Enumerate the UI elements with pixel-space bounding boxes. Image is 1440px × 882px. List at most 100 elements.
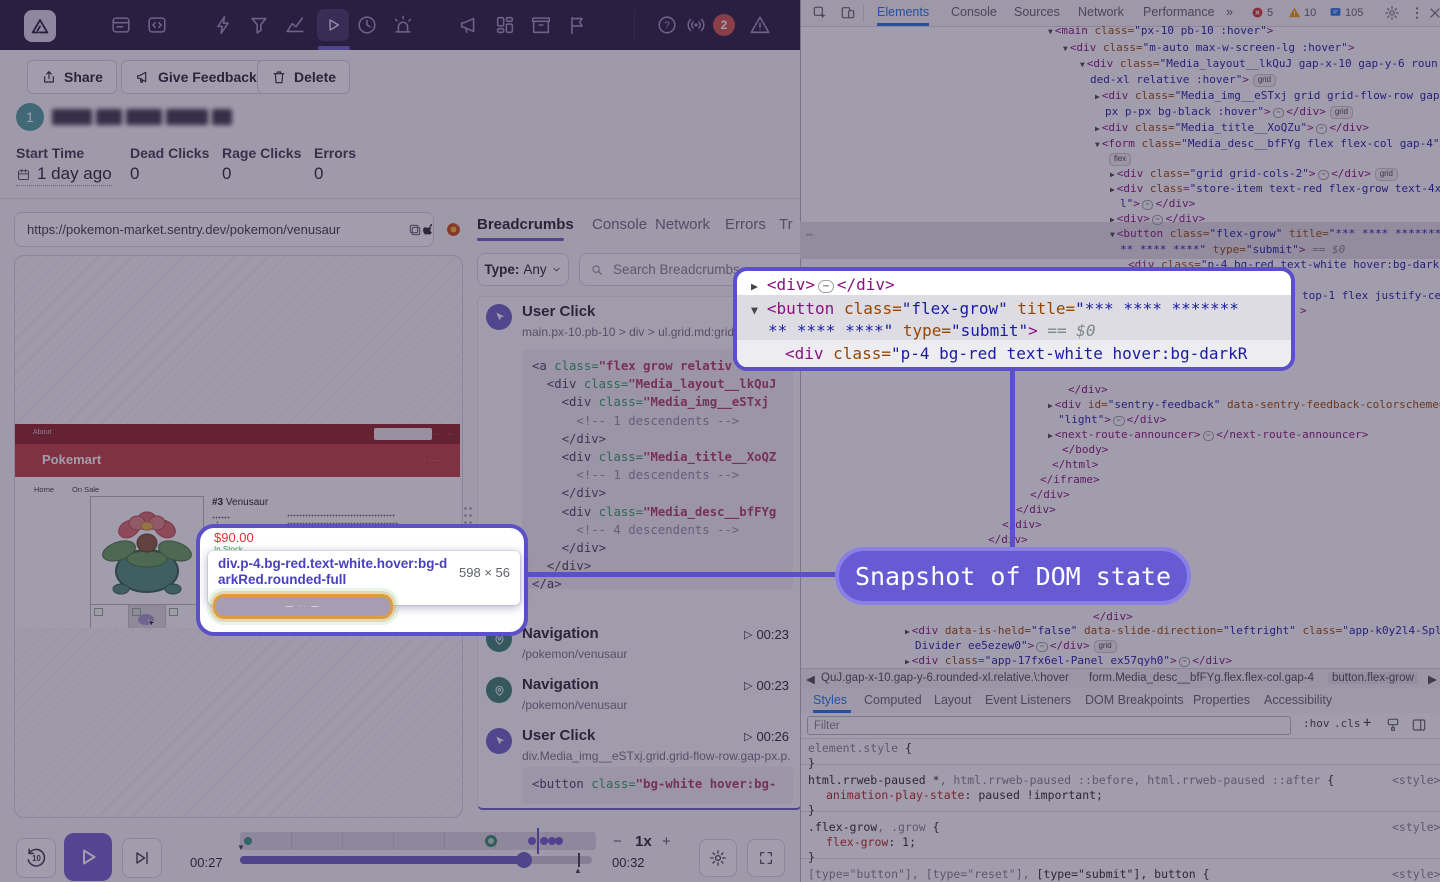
- site-header-dots: · ·····: [423, 458, 444, 464]
- total-time: 00:32: [612, 855, 645, 870]
- tab-accessibility[interactable]: Accessibility: [1264, 693, 1332, 707]
- replays-icon-active[interactable]: [317, 9, 349, 41]
- devtools-tab-console[interactable]: Console: [951, 5, 997, 19]
- crumb-title[interactable]: Navigation: [522, 676, 599, 693]
- crumb-title[interactable]: Navigation: [522, 625, 599, 642]
- tab-trace[interactable]: Tr: [779, 216, 793, 233]
- rewind-10-button[interactable]: 10: [16, 838, 56, 878]
- toggle-hover[interactable]: :hov: [1303, 717, 1330, 730]
- paint-flash-icon[interactable]: [1385, 717, 1401, 733]
- selected-dom-row-highlight[interactable]: [800, 222, 1440, 259]
- dom-crumb-1[interactable]: QuJ.gap-x-10.gap-y-6.rounded-xl.relative…: [821, 672, 1069, 684]
- tab-errors[interactable]: Errors: [725, 216, 766, 233]
- more-tabs-chevron[interactable]: »: [1226, 5, 1233, 19]
- tab-properties[interactable]: Properties: [1193, 693, 1250, 707]
- tab-styles[interactable]: Styles: [813, 693, 847, 707]
- message-count-badge[interactable]: 105: [1329, 6, 1363, 19]
- user-click-icon: [486, 728, 512, 754]
- speed-decrease-button[interactable]: −: [613, 833, 622, 850]
- tab-breadcrumbs[interactable]: Breadcrumbs: [477, 216, 574, 233]
- scrub-bar[interactable]: [240, 856, 592, 864]
- code-line: <!-- 4 descendents -->: [532, 521, 783, 539]
- event-dot-purple: [528, 837, 536, 845]
- projects-icon[interactable]: [146, 14, 168, 36]
- tab-console[interactable]: Console: [592, 216, 647, 233]
- crumb-time[interactable]: ▷00:23: [744, 678, 789, 693]
- performance-icon[interactable]: [212, 14, 234, 36]
- help-icon[interactable]: ?: [656, 14, 678, 36]
- crumb-time[interactable]: ▷00:26: [744, 729, 789, 744]
- tab-dom-breakpoints[interactable]: DOM Breakpoints: [1085, 693, 1184, 707]
- fullscreen-button[interactable]: [747, 839, 785, 877]
- give-feedback-button[interactable]: Give Feedback: [121, 60, 271, 94]
- connector-line-horizontal: [517, 572, 839, 577]
- sentry-logo-icon[interactable]: [24, 10, 56, 42]
- dom-crumb-2[interactable]: form.Media_desc__bfFYg.flex.flex-col.gap…: [1089, 672, 1314, 684]
- site-header: Pokemart · ·····: [15, 444, 460, 477]
- code-line: ▼ <button class="flex-grow" title="*** *…: [751, 298, 1239, 321]
- devtools-tab-performance[interactable]: Performance: [1143, 5, 1215, 19]
- type-filter-dropdown[interactable]: Type: Any: [477, 253, 569, 286]
- redacted-title-segment: [166, 109, 208, 125]
- tab-computed[interactable]: Computed: [864, 693, 922, 707]
- site-select: [374, 428, 432, 440]
- discover-chart-icon[interactable]: [284, 14, 306, 36]
- feedback-flag-icon[interactable]: [566, 14, 588, 36]
- warning-triangle-icon[interactable]: [749, 14, 771, 36]
- code-line: </div>: [532, 430, 783, 448]
- devtools-tab-sources[interactable]: Sources: [1014, 5, 1060, 19]
- close-icon[interactable]: [1427, 5, 1440, 21]
- releases-box-icon[interactable]: [530, 14, 552, 36]
- speed-increase-button[interactable]: +: [662, 833, 671, 850]
- site-nav-onsale: On Sale: [72, 485, 99, 494]
- player-settings-button[interactable]: [699, 839, 737, 877]
- funnel-icon[interactable]: [248, 14, 270, 36]
- devtools-tab-elements[interactable]: Elements: [877, 5, 929, 19]
- crons-clock-icon[interactable]: [356, 14, 378, 36]
- devtools-tab-network[interactable]: Network: [1078, 5, 1124, 19]
- tab-event-listeners[interactable]: Event Listeners: [985, 693, 1071, 707]
- element-dimensions: 598 × 56: [459, 565, 510, 580]
- crumb-fwd-arrow[interactable]: ▶: [1428, 672, 1437, 686]
- issues-icon[interactable]: [110, 14, 132, 36]
- crumb-time[interactable]: ▷00:23: [744, 627, 789, 642]
- give-feedback-label: Give Feedback: [158, 69, 257, 85]
- warning-count-badge[interactable]: 10: [1288, 6, 1316, 19]
- devtools-settings-gear-icon[interactable]: [1384, 5, 1400, 21]
- error-count-badge[interactable]: 5: [1251, 6, 1273, 19]
- styles-filter-input[interactable]: [807, 716, 1291, 735]
- crumb-title[interactable]: User Click: [522, 303, 595, 320]
- tab-layout[interactable]: Layout: [934, 693, 972, 707]
- panel-layout-icon[interactable]: [1411, 717, 1427, 733]
- marker-down-caret: ▼: [237, 843, 245, 852]
- play-button[interactable]: [64, 833, 112, 881]
- search-icon: [590, 263, 604, 277]
- dom-code-block: <a class="flex grow relativ <div class="…: [522, 349, 793, 589]
- dashboards-icon[interactable]: [494, 14, 516, 36]
- delete-button[interactable]: Delete: [257, 60, 350, 94]
- notifications-badge[interactable]: 2: [713, 14, 735, 36]
- event-timeline-strip[interactable]: [240, 832, 596, 850]
- new-rule-plus[interactable]: +: [1363, 715, 1371, 731]
- explore-megaphone-icon[interactable]: [458, 14, 480, 36]
- crumb-title[interactable]: User Click: [522, 727, 595, 744]
- tab-network[interactable]: Network: [655, 216, 710, 233]
- share-button[interactable]: Share: [27, 60, 117, 94]
- alerts-siren-icon[interactable]: [392, 14, 414, 36]
- thumbnail[interactable]: [91, 605, 129, 628]
- scrub-knob[interactable]: [516, 852, 532, 868]
- toggle-cls[interactable]: .cls: [1334, 717, 1361, 730]
- replay-url-bar: https://pokemon-market.sentry.dev/pokemo…: [14, 212, 434, 247]
- dom-crumb-selected[interactable]: button.flex-grow: [1328, 672, 1418, 684]
- crumb-back-arrow[interactable]: ◀: [806, 672, 815, 686]
- highlighted-buy-button[interactable]: — ·· —: [213, 594, 393, 619]
- device-toolbar-icon[interactable]: [840, 5, 856, 21]
- speed-value[interactable]: 1x: [635, 833, 652, 850]
- skip-to-end-button[interactable]: [122, 838, 162, 878]
- broadcast-icon[interactable]: [685, 14, 707, 36]
- code-line: ** **** ****" type="submit"> == $0: [768, 320, 1096, 342]
- inspect-element-icon[interactable]: [812, 5, 828, 21]
- kebab-menu-icon[interactable]: [1409, 5, 1425, 21]
- svg-text:?: ?: [664, 21, 670, 32]
- thumbnail-selected[interactable]: [129, 605, 167, 628]
